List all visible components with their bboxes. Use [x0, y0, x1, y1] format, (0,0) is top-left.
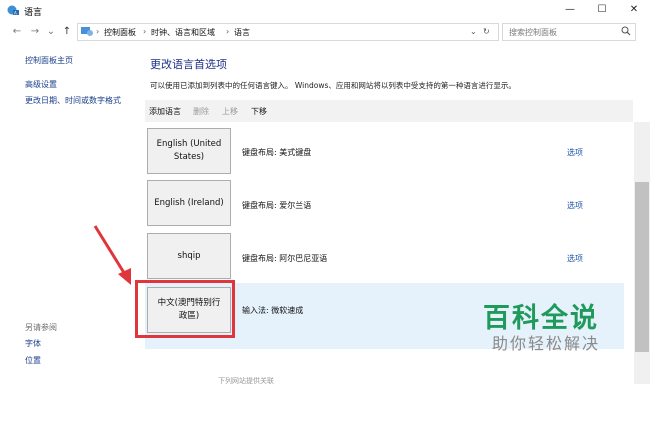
address-dropdown-icon[interactable]: ⌄ [470, 27, 477, 36]
up-arrow-icon[interactable]: ↑ [60, 24, 74, 40]
options-link[interactable]: 选项 [567, 200, 583, 211]
language-app-icon: A [7, 4, 19, 16]
watermark-subtitle: 助你轻松解决 [492, 334, 601, 353]
breadcrumb-separator: › [226, 27, 230, 36]
close-button[interactable]: ✕ [618, 0, 650, 20]
input-method: 输入法: 微软速成 [242, 306, 304, 315]
location-link[interactable]: 位置 [25, 355, 41, 366]
address-toolbar: ← → ⌄ ↑ › 控制面板 › 时钟、语言和区域 › 语言 ⌄ ↻ 搜索控制面… [0, 20, 650, 44]
move-up-button[interactable]: 上移 [222, 106, 238, 117]
language-toolbar: 添加语言 删除 上移 下移 [145, 100, 633, 122]
refresh-icon[interactable]: ↻ [483, 27, 490, 36]
breadcrumb-control-panel[interactable]: 控制面板 [104, 27, 136, 38]
left-pane: 控制面板主页 高级设置 更改日期、时间或数字格式 另请参阅 字体 位置 [0, 44, 140, 384]
advanced-settings-link[interactable]: 高级设置 [25, 79, 57, 90]
scrollbar-thumb[interactable] [635, 182, 649, 352]
breadcrumb-clock-language[interactable]: 时钟、语言和区域 [151, 27, 215, 38]
search-placeholder: 搜索控制面板 [509, 28, 557, 37]
svg-text:A: A [14, 11, 17, 16]
annotation-highlight-box [135, 280, 235, 338]
keyboard-layout: 键盘布局: 阿尔巴尼亚语 [242, 254, 328, 263]
control-panel-icon [81, 26, 93, 39]
back-arrow-icon[interactable]: ← [10, 24, 24, 40]
keyboard-layout: 键盘布局: 美式键盘 [242, 148, 312, 157]
fonts-link[interactable]: 字体 [25, 338, 41, 349]
forward-arrow-icon[interactable]: → [28, 24, 42, 40]
title-bar: A 语言 — ☐ ✕ [0, 0, 650, 20]
maximize-button[interactable]: ☐ [586, 0, 618, 20]
language-name: States) [173, 152, 205, 162]
language-tile[interactable]: English (Ireland) [147, 180, 231, 226]
search-icon[interactable] [621, 26, 631, 39]
remove-button[interactable]: 删除 [193, 106, 209, 117]
breadcrumb-language[interactable]: 语言 [234, 27, 250, 38]
change-datetime-link[interactable]: 更改日期、时间或数字格式 [25, 95, 121, 106]
breadcrumb-separator: › [143, 27, 147, 36]
add-language-button[interactable]: 添加语言 [149, 106, 181, 117]
address-bar[interactable]: › 控制面板 › 时钟、语言和区域 › 语言 ⌄ ↻ [77, 23, 499, 41]
window-title: 语言 [24, 8, 43, 18]
move-down-button[interactable]: 下移 [251, 106, 267, 117]
recent-dropdown-icon[interactable]: ⌄ [44, 24, 58, 40]
keyboard-layout: 键盘布局: 爱尔兰语 [242, 201, 312, 210]
page-title: 更改语言首选项 [150, 58, 227, 71]
options-link[interactable]: 选项 [567, 147, 583, 158]
language-name: English (United [156, 139, 222, 149]
breadcrumb-separator: › [96, 27, 100, 36]
language-tile[interactable]: English (United States) [147, 128, 231, 174]
control-panel-home-link[interactable]: 控制面板主页 [25, 55, 73, 66]
see-also-heading: 另请参阅 [25, 323, 57, 332]
language-tile[interactable]: shqip [147, 233, 231, 279]
search-box[interactable]: 搜索控制面板 [502, 23, 636, 41]
language-name: English (Ireland) [154, 197, 224, 208]
options-link[interactable]: 选项 [567, 253, 583, 264]
minimize-button[interactable]: — [554, 0, 586, 20]
language-name: shqip [177, 250, 201, 261]
page-description: 可以使用已添加到列表中的任何语言键入。 Windows、应用和网站将以列表中受支… [150, 81, 516, 90]
footer-partial-text: 下列网站提供关联 [218, 377, 274, 385]
